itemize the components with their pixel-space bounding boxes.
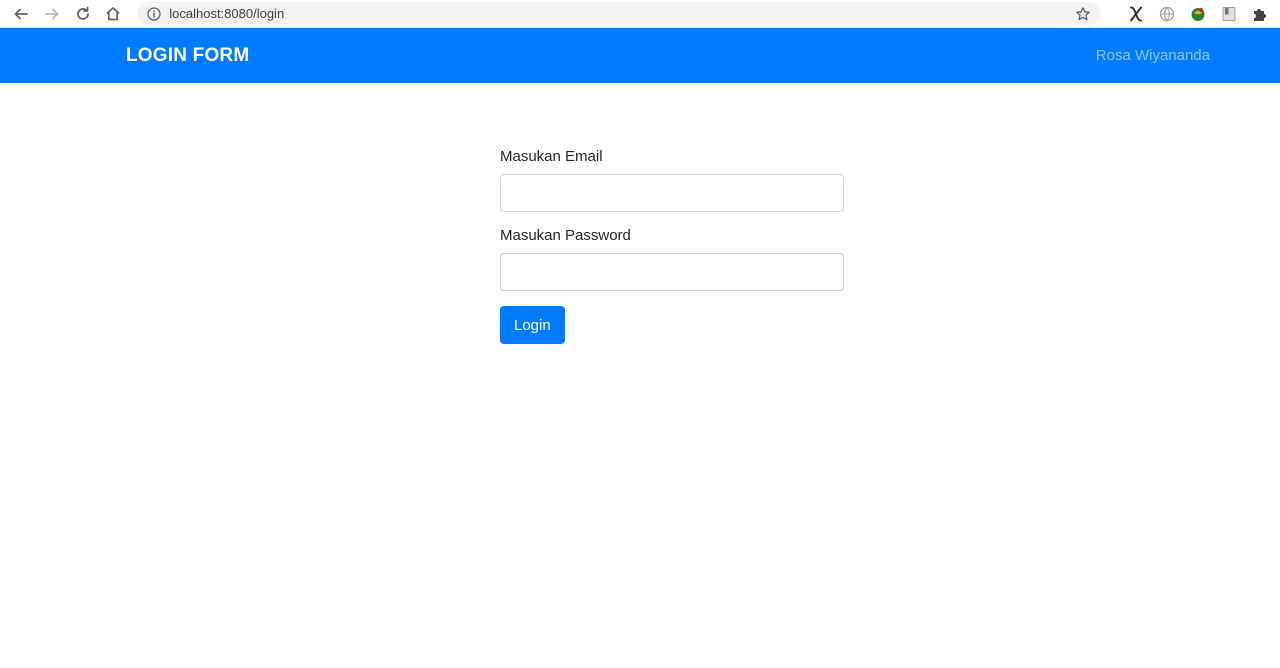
globe-extension-icon[interactable] bbox=[1157, 4, 1177, 24]
login-form: Masukan Email Masukan Password Login bbox=[500, 148, 844, 344]
browser-toolbar: localhost:8080/login bbox=[0, 0, 1280, 28]
url-text[interactable]: localhost:8080/login bbox=[169, 6, 284, 21]
arrow-left-icon bbox=[14, 8, 28, 19]
password-field[interactable] bbox=[500, 253, 844, 291]
info-icon[interactable] bbox=[147, 6, 161, 21]
forward-button[interactable] bbox=[41, 3, 63, 25]
x-extension-icon[interactable] bbox=[1126, 4, 1146, 24]
address-bar[interactable]: localhost:8080/login bbox=[137, 1, 1102, 26]
navbar-user-link[interactable]: Rosa Wiyananda bbox=[1096, 47, 1210, 64]
home-button[interactable] bbox=[102, 3, 124, 25]
home-icon bbox=[106, 6, 120, 20]
bookmark-extension-icon[interactable] bbox=[1219, 4, 1239, 24]
password-group: Masukan Password bbox=[500, 227, 844, 291]
navbar: LOGIN FORM Rosa Wiyananda bbox=[0, 28, 1280, 83]
email-group: Masukan Email bbox=[500, 148, 844, 212]
email-field[interactable] bbox=[500, 174, 844, 212]
extensions-area bbox=[1115, 4, 1270, 24]
arrow-right-icon bbox=[44, 8, 59, 19]
password-label: Masukan Password bbox=[500, 227, 631, 244]
puzzle-icon[interactable] bbox=[1250, 4, 1270, 24]
star-icon[interactable] bbox=[1075, 6, 1091, 22]
green-extension-icon[interactable] bbox=[1188, 4, 1208, 24]
back-button[interactable] bbox=[10, 3, 32, 25]
reload-icon bbox=[76, 6, 89, 20]
reload-button[interactable] bbox=[72, 3, 94, 25]
navbar-brand[interactable]: LOGIN FORM bbox=[126, 45, 249, 67]
login-button[interactable]: Login bbox=[500, 306, 565, 344]
email-label: Masukan Email bbox=[500, 148, 603, 165]
